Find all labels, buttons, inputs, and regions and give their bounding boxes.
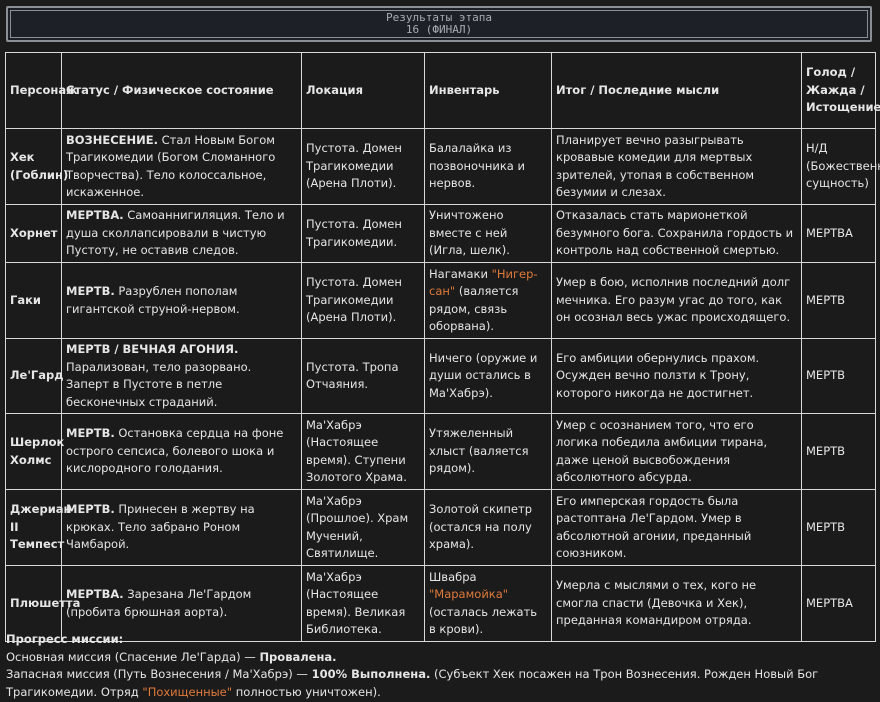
row-inventory: Золотой скипетр (остался на полу храма).: [424, 489, 552, 566]
header-inventory: Инвентарь: [424, 52, 552, 129]
inventory-text: Ничего (оружие и души остались в Ма'Хабр…: [429, 350, 538, 400]
row-location: Ма'Хабрэ (Настоящее время). Ступени Золо…: [301, 413, 425, 490]
row-hunger: МЕРТВ: [801, 262, 876, 339]
row-status: ВОЗНЕСЕНИЕ. Стал Новым Богом Трагикомеди…: [61, 128, 302, 205]
header-location: Локация: [301, 52, 425, 129]
backup-mission-status: 100% Выполнена.: [311, 667, 431, 681]
status-label: МЕРТВ / ВЕЧНАЯ АГОНИЯ.: [66, 342, 239, 356]
row-location: Пустота. Домен Трагикомедии (Арена Плоти…: [301, 128, 425, 205]
header-outcome: Итог / Последние мысли: [551, 52, 802, 129]
row-outcome: Планирует вечно разыгрывать кровавые ком…: [551, 128, 802, 205]
status-label: ВОЗНЕСЕНИЕ.: [66, 132, 158, 147]
row-inventory: Балалайка из позвоночника и нервов.: [424, 128, 552, 205]
table-header-row: Персонаж Статус / Физическое состояние Л…: [5, 52, 880, 129]
inventory-text: Швабра: [429, 569, 477, 584]
row-name: Шерлок Холмс: [5, 413, 64, 490]
status-label: МЕРТВ.: [66, 426, 115, 441]
row-status: МЕРТВ. Принесен в жертву на крюках. Тело…: [61, 489, 302, 566]
inventory-highlight: "Марамойка": [429, 587, 509, 601]
row-hunger: МЕРТВ: [801, 489, 876, 566]
inventory-text: Балалайка из позвоночника и нервов.: [429, 141, 525, 191]
row-status: МЕРТВ. Разрублен пополам гигантской стру…: [61, 262, 302, 339]
status-label: МЕРТВ.: [66, 502, 115, 517]
squad-name: "Похищенные": [142, 684, 233, 699]
table-body: Хек (Гоблин) ВОЗНЕСЕНИЕ. Стал Новым Бого…: [5, 128, 880, 642]
row-name: Хорнет: [5, 204, 62, 263]
inventory-text: Золотой скипетр (остался на полу храма).: [429, 502, 532, 552]
results-table: Персонаж Статус / Физическое состояние Л…: [5, 52, 880, 642]
status-text: Парализован, тело разорвано. Заперт в Пу…: [66, 359, 252, 409]
row-location: Ма'Хабрэ (Прошлое). Храм Мучений, Святил…: [301, 489, 425, 566]
main-mission-line: Основная миссия (Спасение Ле'Гарда) — Пр…: [6, 649, 874, 667]
inventory-text: Нагамаки: [429, 266, 492, 281]
table-row: Хек (Гоблин) ВОЗНЕСЕНИЕ. Стал Новым Бого…: [5, 128, 880, 205]
banner-subtitle: 16 (ФИНАЛ): [405, 23, 473, 36]
row-location: Пустота. Домен Трагикомедии (Арена Плоти…: [301, 262, 425, 339]
table-row: Ле'Гард МЕРТВ / ВЕЧНАЯ АГОНИЯ. Парализов…: [5, 338, 876, 414]
inventory-text: Утяжеленный хлыст (валяется рядом).: [429, 426, 529, 476]
row-inventory: Ничего (оружие и души остались в Ма'Хабр…: [424, 338, 552, 414]
row-hunger: МЕРТВА: [801, 204, 876, 263]
header-hunger: Голод / Жажда / Истощение: [801, 52, 880, 129]
row-inventory: Нагамаки "Нигер-сан" (валяется рядом, св…: [424, 262, 552, 339]
status-label: МЕРТВ.: [66, 284, 115, 298]
backup-mission-label: Запасная миссия (Путь Вознесения / Ма'Ха…: [6, 667, 312, 681]
row-inventory: Уничтожено вместе с ней (Игла, шелк).: [424, 204, 552, 263]
main-mission-label: Основная миссия (Спасение Ле'Гарда) —: [6, 649, 260, 664]
table-row: Джериан II Темпест МЕРТВ. Принесен в жер…: [5, 489, 876, 566]
row-inventory: Утяжеленный хлыст (валяется рядом).: [424, 413, 552, 490]
header-character: Персонаж: [5, 52, 78, 129]
row-hunger: МЕРТВ: [801, 413, 876, 490]
row-outcome: Отказалась стать марионеткой безумного б…: [551, 204, 802, 263]
row-location: Пустота. Тропа Отчаяния.: [301, 338, 425, 414]
row-hunger: МЕРТВ: [801, 338, 876, 414]
stage-results-banner: Результаты этапа 16 (ФИНАЛ): [6, 6, 872, 42]
backup-mission-end: полностью уничтожен).: [232, 684, 381, 699]
status-label: МЕРТВА.: [66, 587, 124, 601]
row-outcome: Умер с осознанием того, что его логика п…: [551, 413, 802, 490]
inventory-text: Уничтожено вместе с ней (Игла, шелк).: [429, 208, 510, 258]
row-name: Хек (Гоблин): [5, 128, 68, 205]
table-row: Шерлок Холмс МЕРТВ. Остановка сердца на …: [5, 413, 876, 490]
row-outcome: Его амбиции обернулись прахом. Осужден в…: [551, 338, 802, 414]
progress-title: Прогресс миссии:: [6, 631, 874, 649]
row-name: Гаки: [5, 262, 62, 339]
header-status: Статус / Физическое состояние: [61, 52, 302, 129]
backup-mission-line: Запасная миссия (Путь Вознесения / Ма'Ха…: [6, 666, 874, 701]
row-hunger: Н/Д (Божественная сущность): [801, 128, 880, 205]
row-name: Ле'Гард: [5, 338, 63, 414]
mission-progress: Прогресс миссии: Основная миссия (Спасен…: [6, 631, 874, 701]
table-row: Хорнет МЕРТВА. Самоаннигиляция. Тело и д…: [5, 204, 876, 263]
table-row: Гаки МЕРТВ. Разрублен пополам гигантской…: [5, 262, 876, 339]
banner-inner-frame: Результаты этапа 16 (ФИНАЛ): [10, 10, 868, 38]
row-name: Джериан II Темпест: [5, 489, 71, 566]
row-outcome: Умер в бою, исполнив последний долг мечн…: [551, 262, 802, 339]
progress-title-text: Прогресс миссии:: [6, 632, 124, 646]
row-status: МЕРТВА. Самоаннигиляция. Тело и душа ско…: [61, 204, 302, 263]
row-outcome: Его имперская гордость была растоптана Л…: [551, 489, 802, 566]
status-label: МЕРТВА.: [66, 208, 124, 223]
row-location: Пустота. Домен Трагикомедии.: [301, 204, 425, 263]
row-status: МЕРТВ / ВЕЧНАЯ АГОНИЯ. Парализован, тело…: [61, 338, 302, 414]
row-status: МЕРТВ. Остановка сердца на фоне острого …: [61, 413, 302, 490]
main-mission-status: Провалена.: [259, 649, 337, 664]
